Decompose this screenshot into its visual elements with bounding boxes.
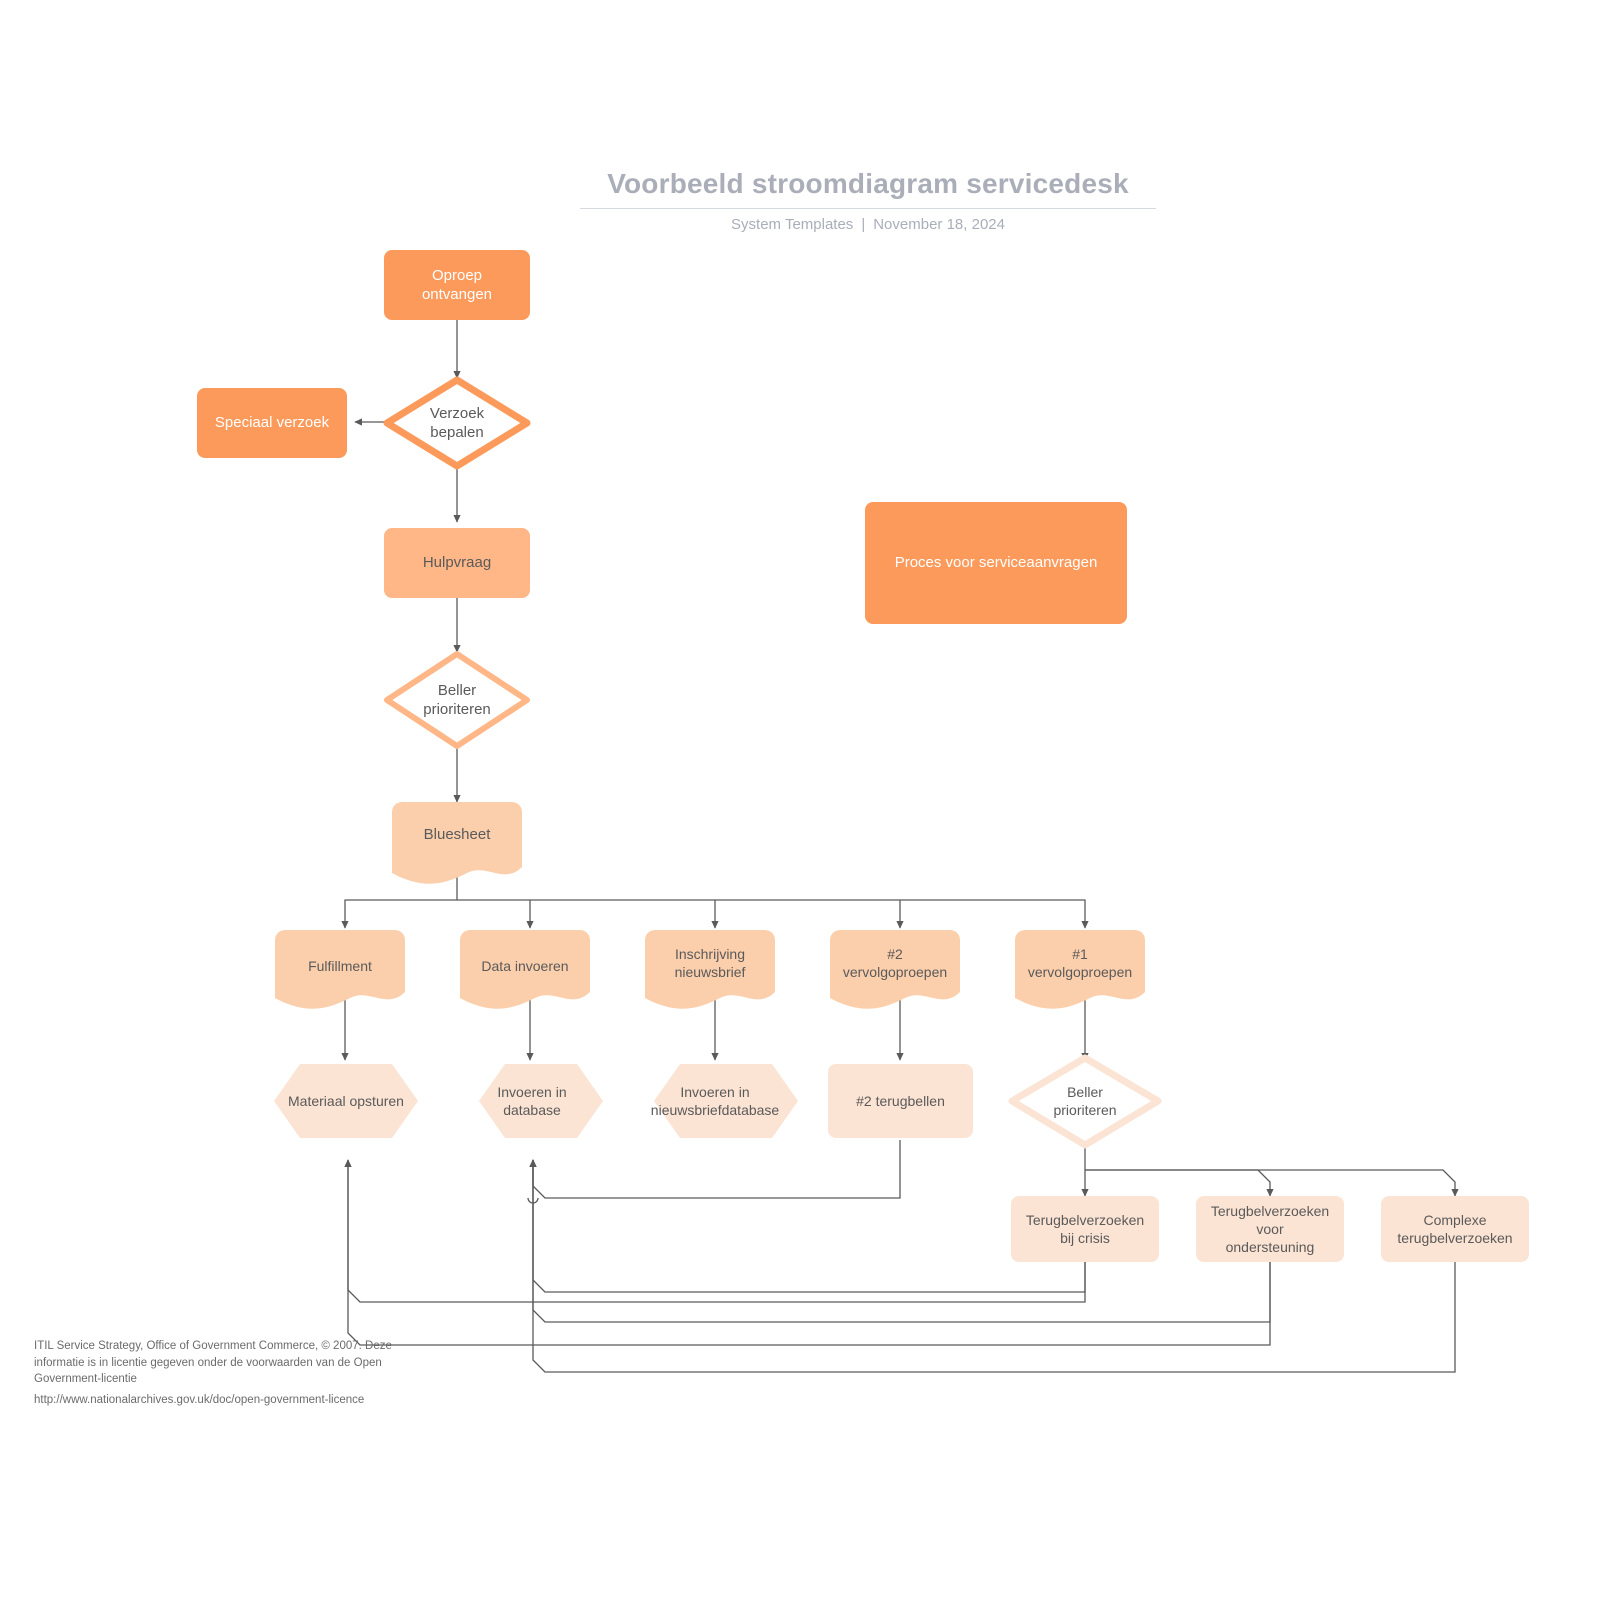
footer-attribution: ITIL Service Strategy, Office of Governm… <box>34 1338 414 1409</box>
edge-crisis-materiaal <box>344 1159 1086 1303</box>
edge-terugbellen2-invoerendb <box>529 1140 901 1199</box>
node-label: Fulfillment <box>308 957 372 974</box>
node-inschrijving-nieuwsbrief[interactable]: Inschrijving nieuwsbrief <box>645 938 775 988</box>
footer-license-text: ITIL Service Strategy, Office of Governm… <box>34 1340 392 1386</box>
node-label: Beller prioriteren <box>1053 1083 1117 1118</box>
edge-crisis-invoerendb <box>529 1159 1086 1293</box>
node-label: Complexe terugbelverzoeken <box>1397 1211 1513 1246</box>
node-label: #1 vervolgoproepen <box>1027 945 1133 980</box>
node-complexe-terugbelverzoeken[interactable]: Complexe terugbelverzoeken <box>1381 1196 1529 1262</box>
node-bluesheet[interactable]: Bluesheet <box>392 818 522 852</box>
node-materiaal-opsturen[interactable]: Materiaal opsturen <box>280 1078 412 1124</box>
node-beller-prioriteren-1[interactable]: Beller prioriteren <box>400 675 514 725</box>
node-label: Data invoeren <box>481 957 569 974</box>
node-fulfillment[interactable]: Fulfillment <box>275 944 405 988</box>
node-label: Beller prioriteren <box>423 681 491 719</box>
node-hulpvraag[interactable]: Hulpvraag <box>384 528 530 598</box>
node-label: Invoeren in database <box>497 1083 567 1118</box>
edge-beller2-ondersteuning <box>1085 1169 1274 1197</box>
node-label: Terugbelverzoeken voor ondersteuning <box>1210 1202 1330 1256</box>
edge-ondersteuning-invoerendb <box>529 1159 1271 1323</box>
node-label: Invoeren in nieuwsbriefdatabase <box>650 1083 780 1118</box>
legend-label: Proces voor serviceaanvragen <box>894 554 1098 572</box>
node-vervolgoproepen-2[interactable]: #2 vervolgoproepen <box>830 938 960 988</box>
node-label: Verzoek bepalen <box>429 404 485 442</box>
node-terugbelverzoeken-ondersteuning[interactable]: Terugbelverzoeken voor ondersteuning <box>1196 1196 1344 1262</box>
node-label: Materiaal opsturen <box>288 1092 404 1109</box>
node-terugbelverzoeken-bij-crisis[interactable]: Terugbelverzoeken bij crisis <box>1011 1196 1159 1262</box>
node-label: Oproep ontvangen <box>421 266 493 304</box>
node-label: #2 vervolgoproepen <box>842 945 948 980</box>
diagram-canvas: Voorbeeld stroomdiagram servicedesk Syst… <box>0 0 1600 1600</box>
node-vervolgoproepen-1[interactable]: #1 vervolgoproepen <box>1015 938 1145 988</box>
node-oproep-ontvangen[interactable]: Oproep ontvangen <box>384 250 530 320</box>
node-terugbellen-2[interactable]: #2 terugbellen <box>828 1064 973 1138</box>
node-label: Inschrijving nieuwsbrief <box>674 945 746 980</box>
node-label: Speciaal verzoek <box>214 414 330 432</box>
node-beller-prioriteren-2[interactable]: Beller prioriteren <box>1030 1076 1140 1126</box>
node-invoeren-in-database[interactable]: Invoeren in database <box>473 1078 591 1124</box>
footer-license-url[interactable]: http://www.nationalarchives.gov.uk/doc/o… <box>34 1392 414 1409</box>
node-label: Bluesheet <box>423 826 491 844</box>
node-data-invoeren[interactable]: Data invoeren <box>460 944 590 988</box>
node-label: Hulpvraag <box>422 554 492 572</box>
legend-proces-voor-serviceaanvragen[interactable]: Proces voor serviceaanvragen <box>865 502 1127 624</box>
edge-complexe-invoerendb <box>529 1159 1456 1373</box>
shape-layer <box>274 376 1162 1149</box>
node-speciaal-verzoek[interactable]: Speciaal verzoek <box>197 388 347 458</box>
node-invoeren-nieuwsbriefdatabase[interactable]: Invoeren in nieuwsbriefdatabase <box>645 1078 785 1124</box>
node-verzoek-bepalen[interactable]: Verzoek bepalen <box>400 398 514 448</box>
node-label: Terugbelverzoeken bij crisis <box>1025 1211 1145 1246</box>
node-label: #2 terugbellen <box>856 1092 945 1109</box>
